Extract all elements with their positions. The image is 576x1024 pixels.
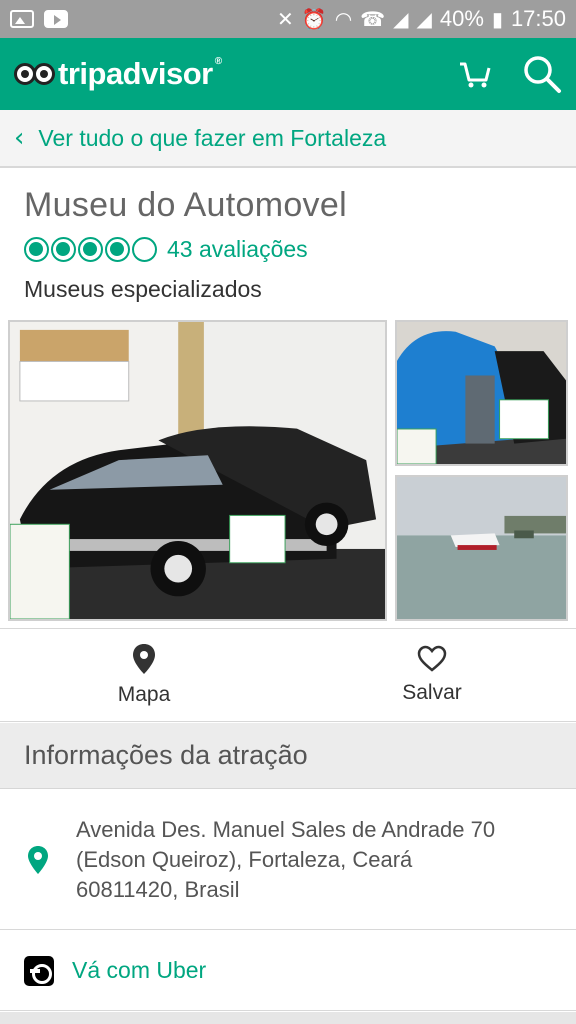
clock: 17:50 [510, 6, 566, 31]
call-icon: ☎ [360, 7, 386, 31]
photo-lake[interactable] [395, 475, 568, 621]
rating-bubble-filled [78, 237, 103, 262]
attraction-category: Museus especializados [24, 276, 262, 302]
tripadvisor-logo[interactable]: tripadvisor ® [14, 56, 222, 92]
photo-blue-car[interactable] [395, 320, 568, 466]
chevron-left-icon: ‹ [14, 123, 25, 153]
save-button[interactable]: Salvar [288, 629, 576, 721]
battery-icon: ▮ [491, 7, 503, 31]
map-pin-icon [133, 644, 155, 674]
address-line-3: 60811420, Brasil [76, 876, 240, 902]
status-bar: ✕ ⏰ ◠ ☎ ◢ ◢ 40% ▮ 17:50 [0, 0, 576, 38]
logo-wordmark: tripadvisor ® [58, 56, 222, 91]
rating-row[interactable]: 43 avaliações [24, 236, 308, 263]
map-label: Mapa [117, 683, 171, 706]
rating-bubble-filled [24, 237, 49, 262]
breadcrumb-label: Ver tudo o que fazer em Fortaleza [38, 124, 387, 151]
alarm-icon: ⏰ [301, 7, 327, 31]
action-bar: Mapa Salvar [0, 628, 576, 722]
address-row[interactable]: Avenida Des. Manuel Sales de Andrade 70 … [0, 790, 576, 930]
map-button[interactable]: Mapa [0, 629, 288, 721]
mute-icon: ✕ [277, 7, 294, 31]
cart-icon[interactable] [458, 58, 492, 90]
wifi-icon: ◠ [334, 7, 353, 31]
save-label: Salvar [402, 681, 462, 704]
address-text: Avenida Des. Manuel Sales de Andrade 70 … [76, 815, 495, 905]
search-icon[interactable] [522, 54, 562, 94]
reviews-link[interactable]: 43 avaliações [167, 236, 308, 263]
signal-icon-2: ◢ [416, 7, 432, 31]
rating-bubble-empty [132, 237, 157, 262]
rating-bubbles [24, 237, 159, 262]
info-section-header: Informações da atração [0, 723, 576, 789]
back-to-fortaleza-link[interactable]: ‹ Ver tudo o que fazer em Fortaleza [0, 110, 576, 168]
heart-icon [417, 645, 447, 672]
battery-percent: 40% [439, 6, 484, 31]
uber-link[interactable]: Vá com Uber [0, 931, 576, 1011]
uber-icon [24, 955, 54, 986]
uber-label: Vá com Uber [72, 957, 207, 983]
rating-bubble-filled [105, 237, 130, 262]
rating-bubble-filled [51, 237, 76, 262]
signal-icon: ◢ [393, 7, 409, 31]
address-line-1: Avenida Des. Manuel Sales de Andrade 70 [76, 816, 496, 842]
app-bar: tripadvisor ® [0, 38, 576, 110]
owl-icon [14, 63, 55, 85]
gallery-notification-icon [10, 10, 34, 28]
location-pin-icon [28, 845, 48, 874]
photo-museum-cars[interactable] [8, 320, 387, 621]
attraction-title: Museu do Automovel [24, 186, 347, 224]
youtube-notification-icon [44, 10, 68, 28]
address-line-2: (Edson Queiroz), Fortaleza, Ceará [76, 846, 413, 872]
bottom-divider [0, 1012, 576, 1024]
